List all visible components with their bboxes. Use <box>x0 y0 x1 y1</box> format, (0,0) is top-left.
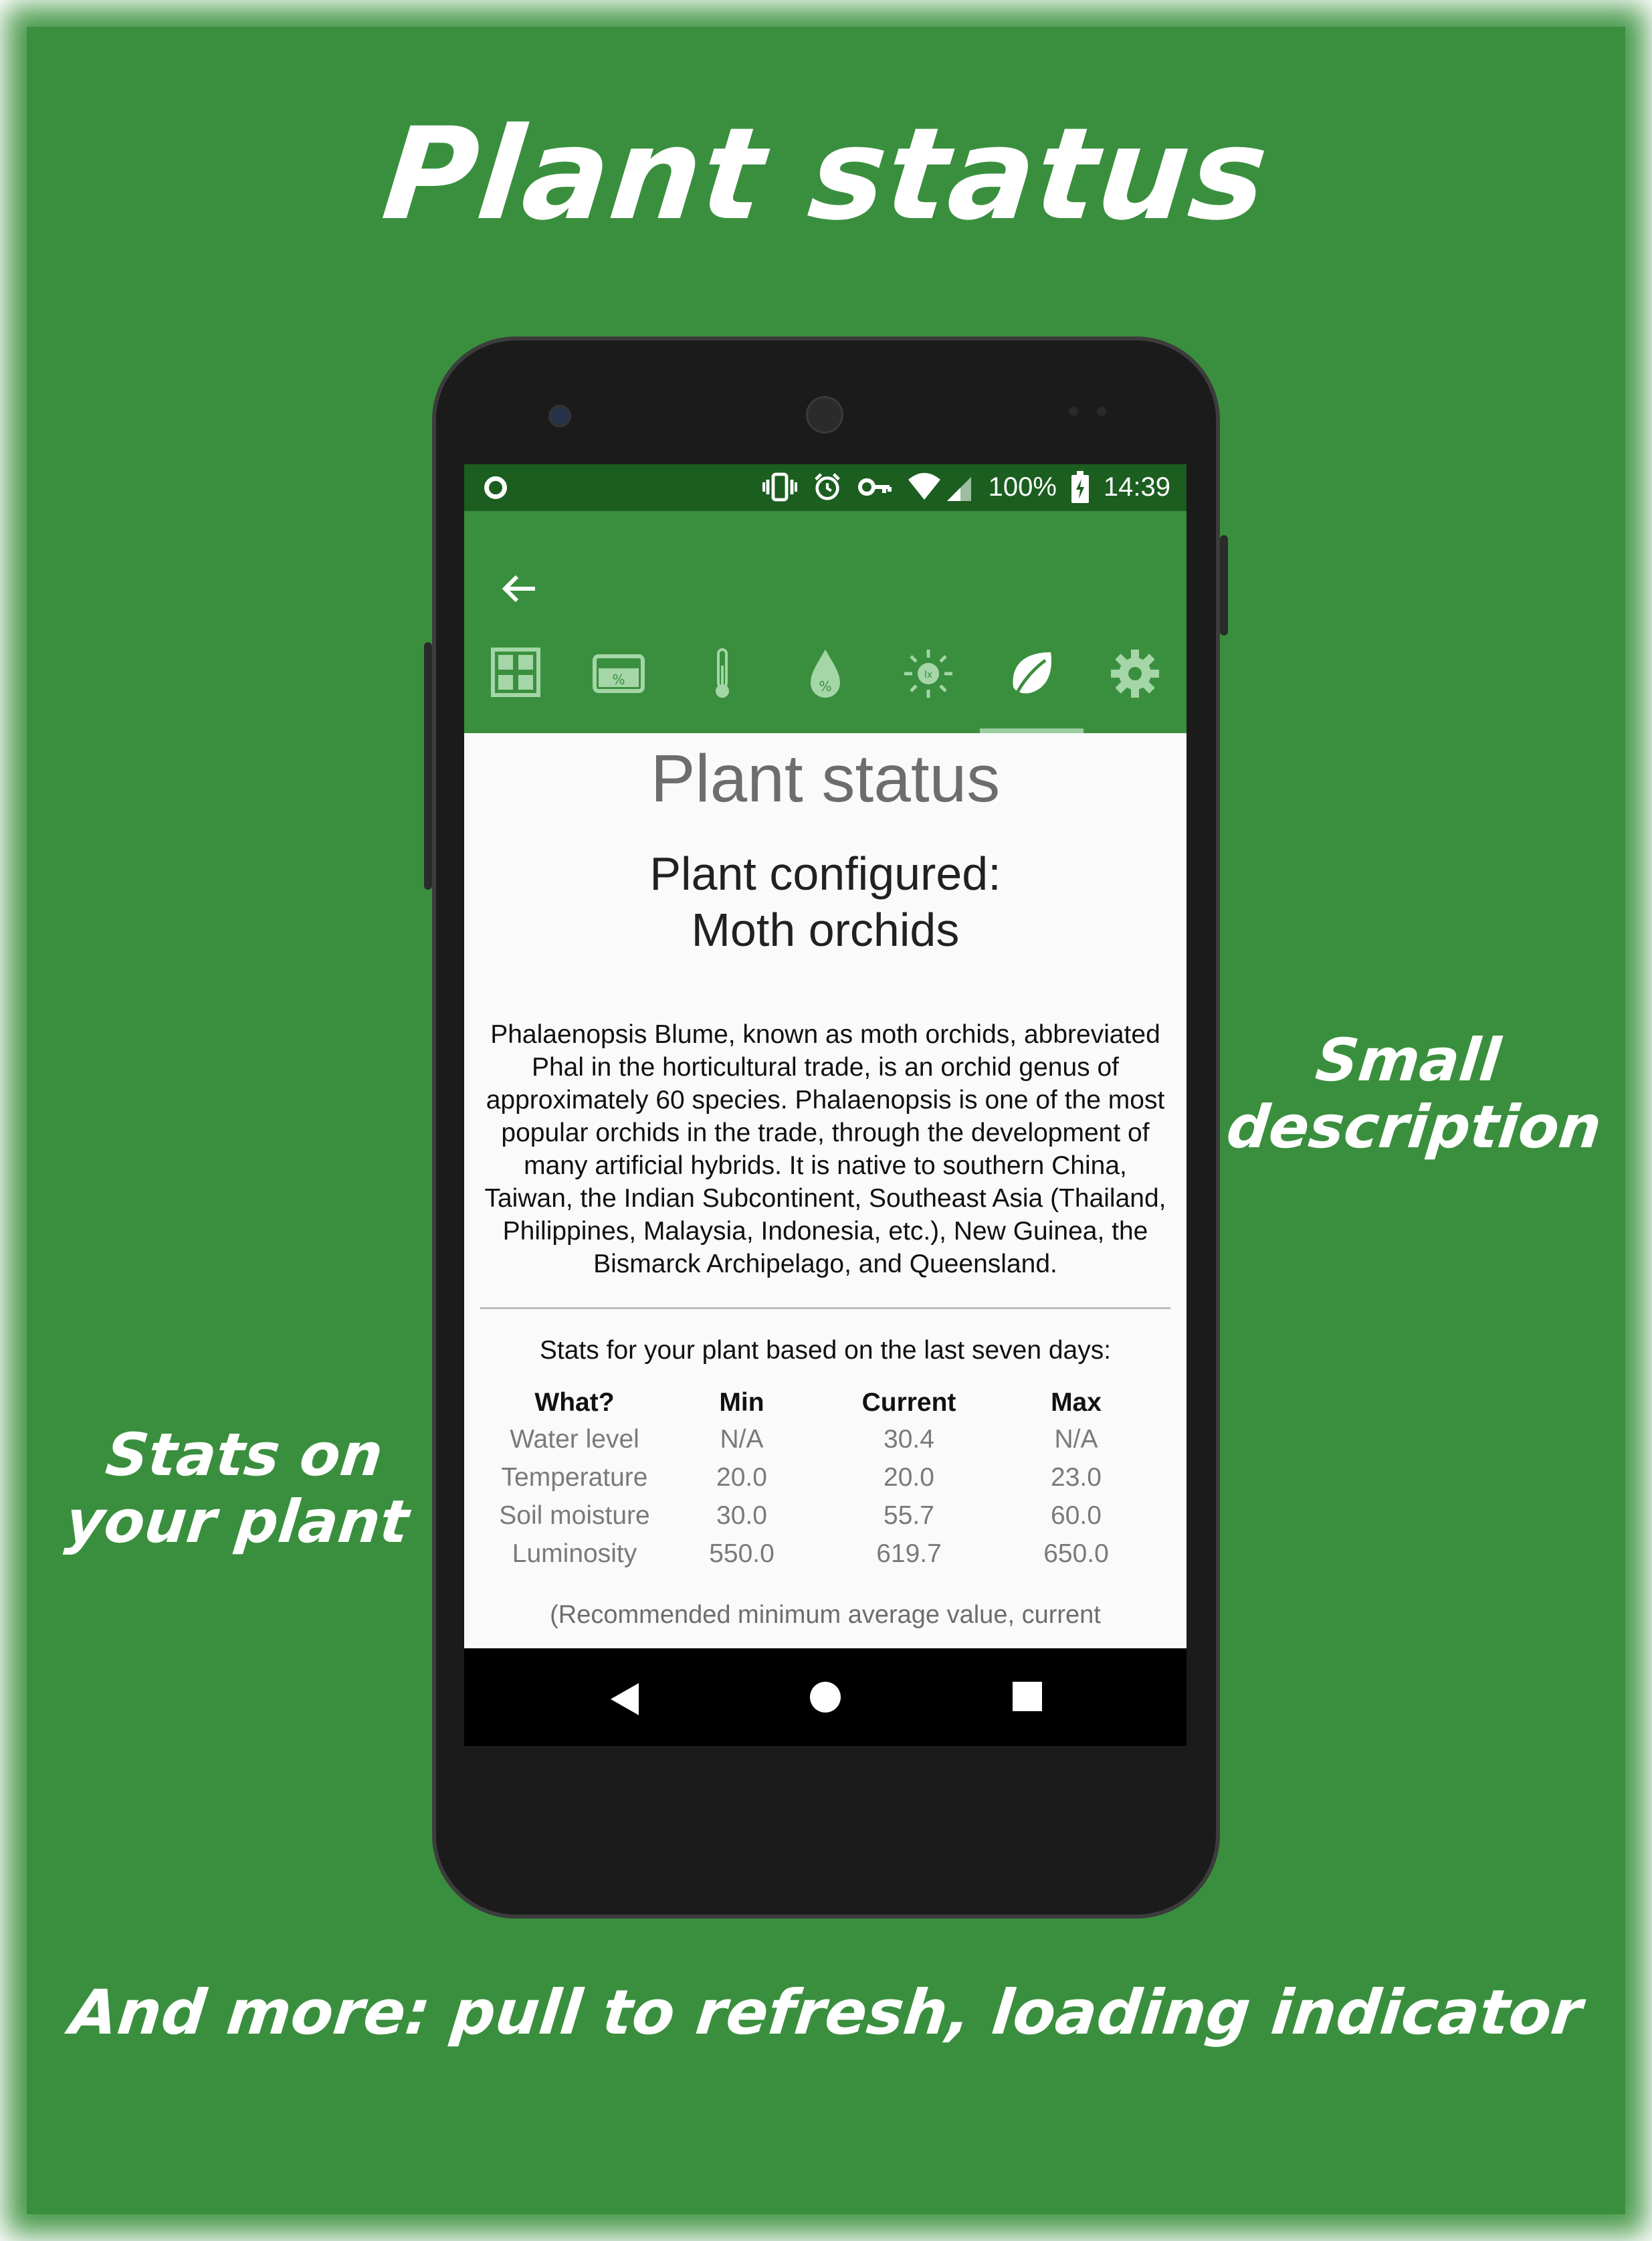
stats-table: What? Min Current Max Water level N/A 30… <box>491 1385 1160 1573</box>
stat-max: N/A <box>1054 1425 1098 1454</box>
svg-text:%: % <box>819 678 831 694</box>
leaf-icon <box>1013 652 1051 696</box>
tab-soil-moisture[interactable]: % <box>774 642 877 733</box>
soil-moisture-drop-icon: % <box>810 650 840 698</box>
phone-volume-button <box>424 642 432 890</box>
tab-settings[interactable] <box>1083 642 1186 733</box>
stat-label: Luminosity <box>512 1539 637 1568</box>
phone-power-button <box>1220 535 1228 636</box>
stat-min: 550.0 <box>709 1539 775 1568</box>
stat-current: 30.4 <box>884 1425 934 1454</box>
front-camera <box>548 405 571 427</box>
stat-label: Temperature <box>501 1463 648 1492</box>
stat-max: 650.0 <box>1043 1539 1109 1568</box>
water-level-icon: % <box>593 654 645 693</box>
page-title: Plant status <box>650 741 1001 816</box>
stat-current: 55.7 <box>884 1501 934 1530</box>
tab-plant-status[interactable] <box>980 642 1083 733</box>
battery-charging-icon <box>1071 471 1089 503</box>
stats-footnote: (Recommended minimum average value, curr… <box>550 1601 1101 1629</box>
tab-water-level[interactable]: % <box>567 642 670 733</box>
stats-header-max: Max <box>1051 1388 1102 1417</box>
app-bar: % % lx <box>464 511 1186 733</box>
annotation-description: Small description <box>1223 1026 1605 1161</box>
stats-heading: Stats for your plant based on the last s… <box>539 1336 1112 1365</box>
plant-status-content[interactable]: Plant status Plant configured: Moth orch… <box>464 733 1186 1630</box>
stats-header-min: Min <box>719 1388 764 1417</box>
annotation-stats: Stats on your plant <box>62 1420 413 1556</box>
svg-text:lx: lx <box>924 670 932 680</box>
alarm-icon <box>814 473 840 500</box>
vpn-key-icon <box>857 478 892 496</box>
proximity-sensor <box>1069 407 1078 416</box>
stat-current: 20.0 <box>884 1463 934 1492</box>
poster-title: Plant status <box>377 100 1275 248</box>
system-nav-bar <box>464 1648 1186 1746</box>
luminosity-sun-icon: lx <box>904 650 953 698</box>
tab-dashboard[interactable] <box>464 642 567 733</box>
divider <box>480 1307 1170 1309</box>
nav-home-icon[interactable] <box>809 1680 842 1714</box>
table-row: Water level N/A 30.4 N/A <box>491 1420 1160 1458</box>
dashboard-grid-icon <box>491 648 541 697</box>
stat-current: 619.7 <box>876 1539 942 1568</box>
stat-min: 20.0 <box>716 1463 767 1492</box>
plant-name: Moth orchids <box>691 904 960 956</box>
gear-icon <box>1110 650 1159 698</box>
plant-configured-label: Plant configured: <box>649 848 1001 900</box>
stats-header-row: What? Min Current Max <box>491 1385 1160 1420</box>
clock-time: 14:39 <box>1103 472 1170 502</box>
phone-screen: 100% 14:39 % % lx Plant status Plant con… <box>464 464 1186 1746</box>
status-bar: 100% 14:39 <box>464 464 1186 511</box>
stat-label: Soil moisture <box>499 1501 650 1530</box>
stat-min: N/A <box>720 1425 764 1454</box>
stats-header-what: What? <box>534 1388 615 1417</box>
thermometer-icon <box>715 648 729 698</box>
tab-temperature[interactable] <box>671 642 774 733</box>
back-arrow-icon[interactable] <box>495 565 543 613</box>
svg-text:%: % <box>613 672 625 688</box>
bottom-caption: And more: pull to refresh, loading indic… <box>66 1977 1586 2048</box>
stat-max: 60.0 <box>1051 1501 1102 1530</box>
stats-header-current: Current <box>861 1388 956 1417</box>
earpiece-speaker <box>806 396 843 433</box>
vibrate-icon <box>762 472 797 502</box>
notification-icon <box>484 476 507 499</box>
plant-description: Phalaenopsis Blume, known as moth orchid… <box>484 1020 1166 1278</box>
battery-percent: 100% <box>988 472 1057 502</box>
table-row: Temperature 20.0 20.0 23.0 <box>491 1458 1160 1496</box>
stat-label: Water level <box>510 1425 639 1454</box>
tab-luminosity[interactable]: lx <box>877 642 980 733</box>
nav-recents-icon[interactable] <box>1011 1680 1043 1713</box>
stat-max: 23.0 <box>1051 1463 1102 1492</box>
stat-min: 30.0 <box>716 1501 767 1530</box>
table-row: Luminosity 550.0 619.7 650.0 <box>491 1535 1160 1573</box>
wifi-signal-icon <box>908 473 971 501</box>
tab-bar: % % lx <box>464 642 1186 733</box>
nav-back-icon[interactable] <box>608 1680 641 1718</box>
table-row: Soil moisture 30.0 55.7 60.0 <box>491 1496 1160 1535</box>
light-sensor <box>1097 407 1106 416</box>
